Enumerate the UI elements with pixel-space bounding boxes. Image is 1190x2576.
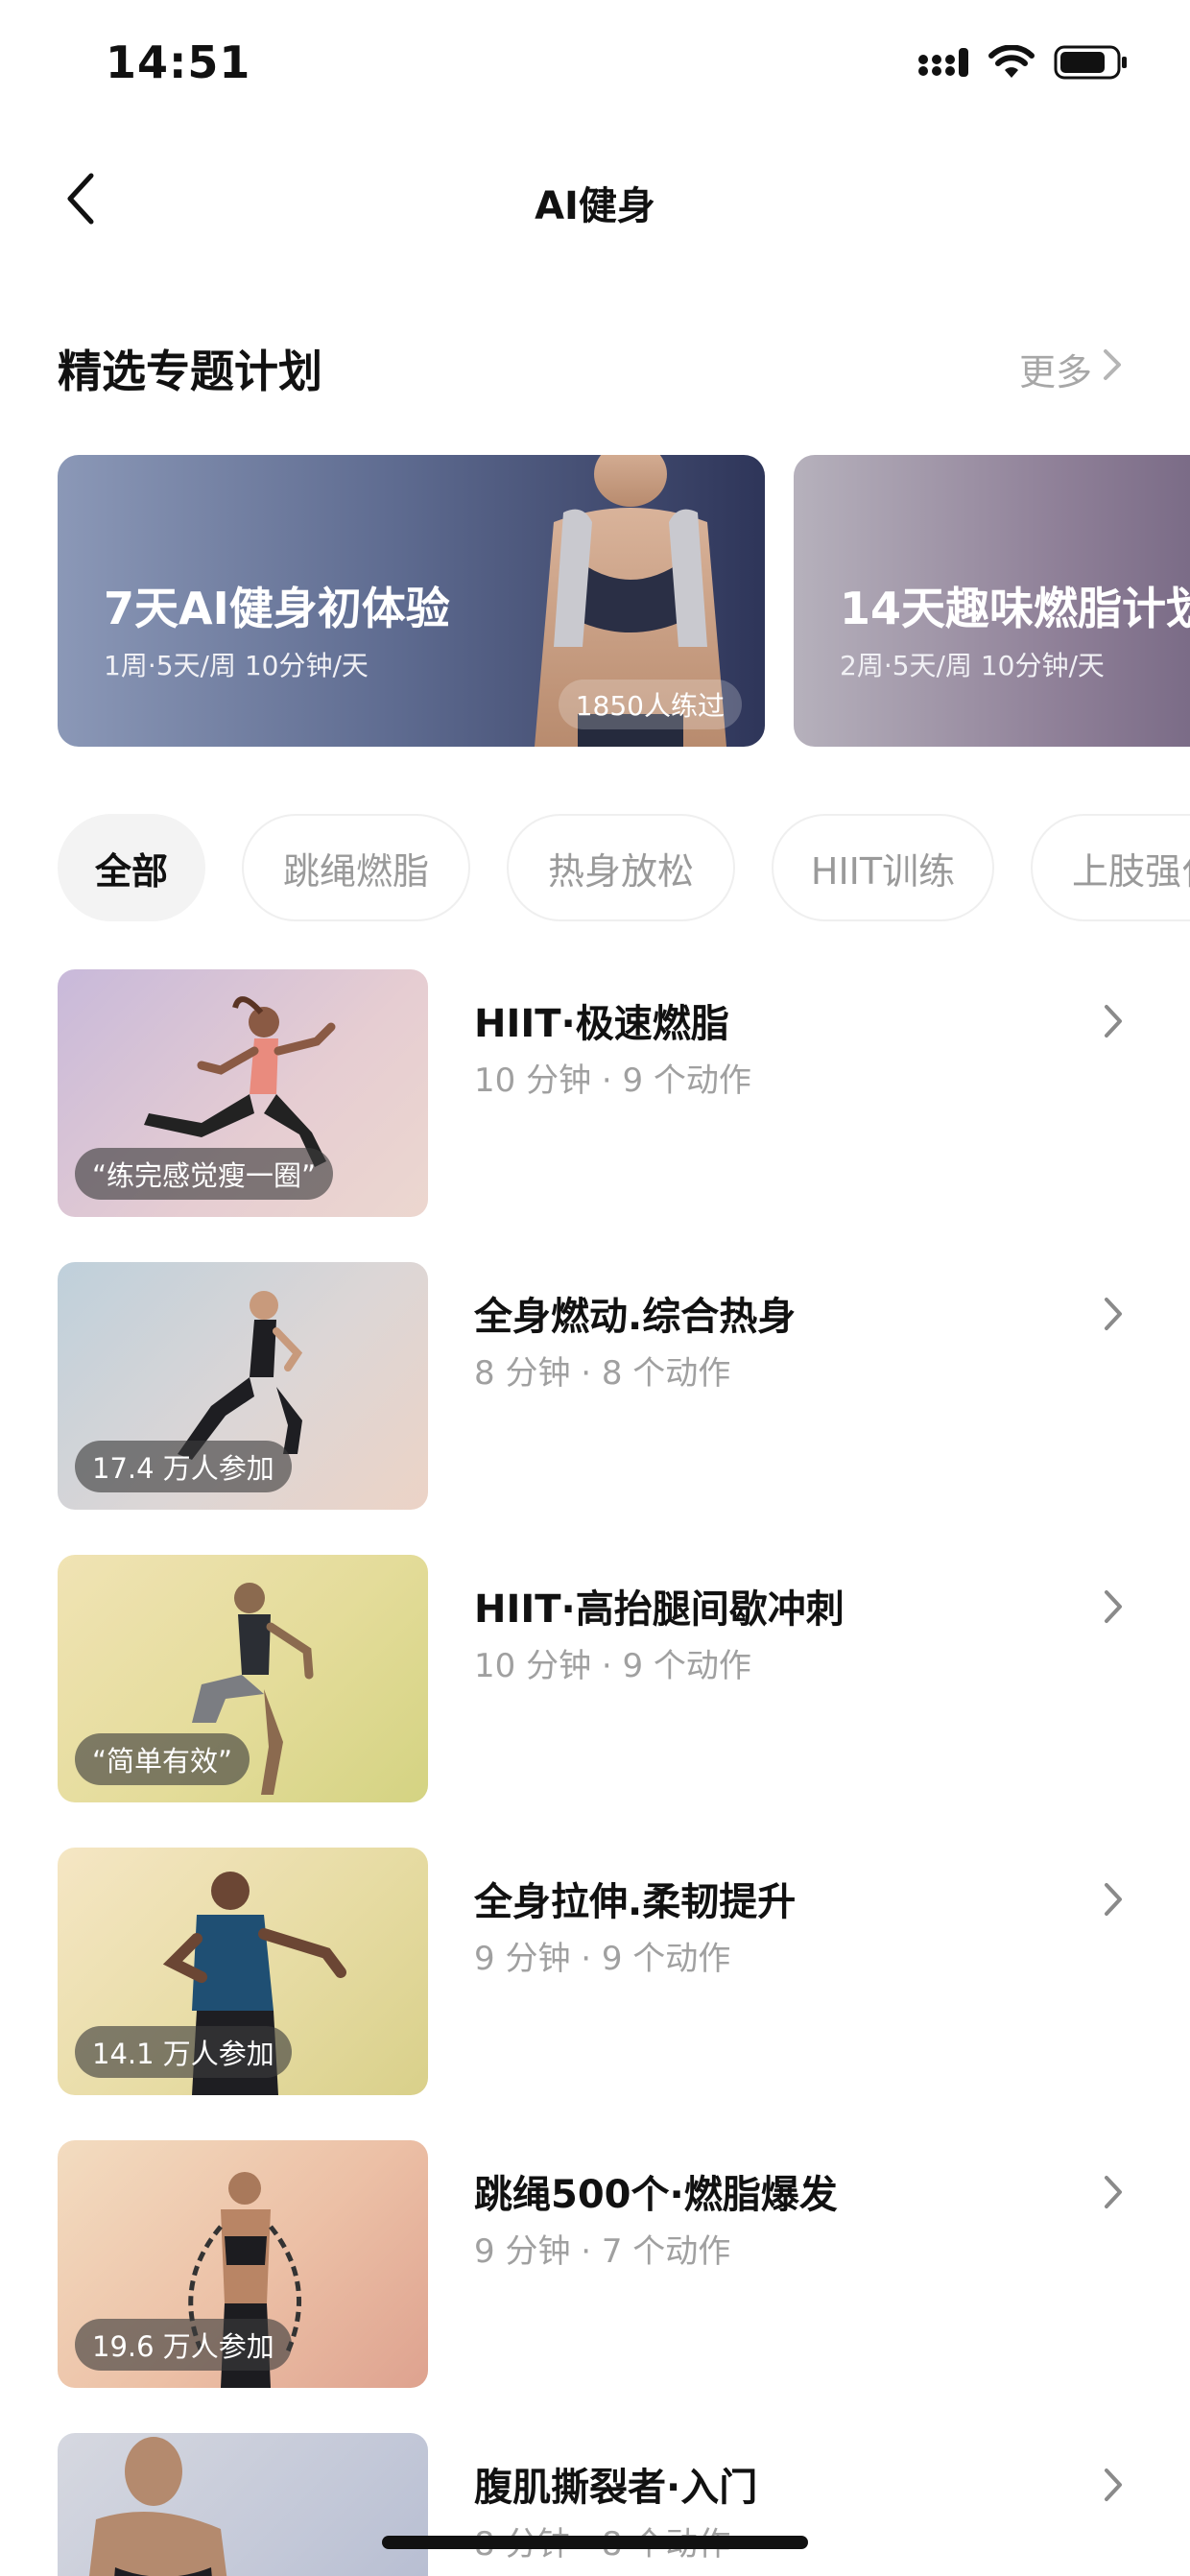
plan-carousel: 7天AI健身初体验 1周·5天/周 10分钟/天 1850人练过 14天趣味燃脂…	[58, 455, 1190, 747]
chevron-right-icon	[1094, 1876, 1132, 1922]
home-indicator	[382, 2536, 808, 2549]
nav-bar: AI健身	[0, 154, 1190, 250]
workout-meta: 9 分钟 · 9 个动作	[474, 1940, 731, 1978]
workout-title: HIIT·极速燃脂	[474, 1002, 729, 1046]
status-time: 14:51	[106, 36, 251, 88]
plan-title: 14天趣味燃脂计划	[840, 583, 1190, 634]
workout-item[interactable]: 14.1 万人参加 全身拉伸.柔韧提升 9 分钟 · 9 个动作	[58, 1848, 1132, 2095]
page-title: AI健身	[535, 184, 655, 228]
workout-title: 腹肌撕裂者·入门	[474, 2466, 758, 2510]
filter-chip-hiit[interactable]: HIIT训练	[772, 814, 994, 921]
chevron-right-icon	[1102, 347, 1123, 391]
workout-item[interactable]: 腹肌撕裂者·入门 8 分钟 · 8 个动作	[58, 2433, 1132, 2576]
workout-tag: 17.4 万人参加	[75, 1441, 292, 1492]
athlete-image	[88, 2437, 227, 2576]
workout-tag: “简单有效”	[75, 1733, 250, 1785]
chevron-right-icon	[1094, 1584, 1132, 1630]
workout-item[interactable]: 17.4 万人参加 全身燃动.综合热身 8 分钟 · 8 个动作	[58, 1262, 1132, 1510]
participants-badge: 1850人练过	[558, 680, 742, 729]
workout-meta: 10 分钟 · 9 个动作	[474, 1647, 751, 1685]
chevron-right-icon	[1094, 998, 1132, 1044]
workout-item[interactable]: “简单有效” HIIT·高抬腿间歇冲刺 10 分钟 · 9 个动作	[58, 1555, 1132, 1802]
plan-card[interactable]: 14天趣味燃脂计划 2周·5天/周 10分钟/天	[794, 455, 1190, 747]
workout-thumbnail	[58, 2433, 428, 2576]
plan-title: 7天AI健身初体验	[104, 583, 450, 634]
workout-thumbnail: “练完感觉瘦一圈”	[58, 969, 428, 1217]
status-bar: 14:51	[0, 0, 1190, 134]
workout-tag: “练完感觉瘦一圈”	[75, 1148, 334, 1200]
workout-thumbnail: 14.1 万人参加	[58, 1848, 428, 2095]
section-header: 精选专题计划 更多	[58, 331, 1132, 398]
more-label: 更多	[1018, 351, 1092, 394]
workout-title: HIIT·高抬腿间歇冲刺	[474, 1587, 845, 1632]
filter-chips: 全部 跳绳燃脂 热身放松 HIIT训练 上肢强化	[58, 814, 1190, 921]
workout-meta: 10 分钟 · 9 个动作	[474, 1061, 751, 1100]
more-link[interactable]: 更多	[1019, 343, 1123, 395]
plan-card[interactable]: 7天AI健身初体验 1周·5天/周 10分钟/天 1850人练过	[58, 455, 765, 747]
workout-title: 全身拉伸.柔韧提升	[474, 1880, 797, 1924]
workout-thumbnail: 17.4 万人参加	[58, 1262, 428, 1510]
filter-chip-warmup[interactable]: 热身放松	[507, 814, 735, 921]
filter-chip-jumprope[interactable]: 跳绳燃脂	[242, 814, 470, 921]
workout-tag: 19.6 万人参加	[75, 2319, 292, 2371]
signal-icon	[917, 48, 969, 81]
workout-item[interactable]: “练完感觉瘦一圈” HIIT·极速燃脂 10 分钟 · 9 个动作	[58, 969, 1132, 1217]
chevron-right-icon	[1094, 2169, 1132, 2215]
plan-subtitle: 1周·5天/周 10分钟/天	[104, 650, 369, 681]
battery-icon	[1054, 44, 1129, 84]
workout-title: 跳绳500个·燃脂爆发	[474, 2173, 838, 2217]
status-icons	[917, 44, 1129, 84]
plan-subtitle: 2周·5天/周 10分钟/天	[840, 650, 1105, 681]
filter-chip-upper-body[interactable]: 上肢强化	[1031, 814, 1190, 921]
filter-chip-all[interactable]: 全部	[58, 814, 205, 921]
workout-tag: 14.1 万人参加	[75, 2026, 292, 2078]
workout-item[interactable]: 19.6 万人参加 跳绳500个·燃脂爆发 9 分钟 · 7 个动作	[58, 2140, 1132, 2388]
chevron-right-icon	[1094, 1291, 1132, 1337]
workout-thumbnail: 19.6 万人参加	[58, 2140, 428, 2388]
wifi-icon	[988, 44, 1035, 83]
section-title: 精选专题计划	[58, 346, 322, 397]
workout-thumbnail: “简单有效”	[58, 1555, 428, 1802]
workout-title: 全身燃动.综合热身	[474, 1295, 797, 1339]
chevron-right-icon	[1094, 2462, 1132, 2508]
workout-meta: 8 分钟 · 8 个动作	[474, 1354, 731, 1393]
workout-meta: 9 分钟 · 7 个动作	[474, 2232, 731, 2271]
